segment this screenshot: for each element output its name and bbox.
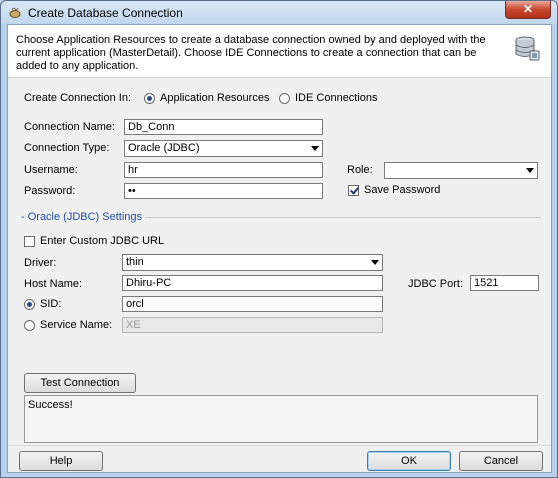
- dialog-header: Choose Application Resources to create a…: [8, 25, 551, 78]
- connection-name-label: Connection Name:: [24, 121, 116, 133]
- host-name-label: Host Name:: [24, 278, 83, 290]
- radio-application-resources[interactable]: [144, 93, 155, 104]
- ok-button[interactable]: OK: [367, 451, 451, 471]
- username-input[interactable]: hr: [124, 162, 323, 178]
- application-resources-label[interactable]: Application Resources: [160, 92, 269, 104]
- custom-jdbc-url-label[interactable]: Enter Custom JDBC URL: [40, 235, 164, 247]
- jdbc-port-input[interactable]: 1521: [470, 275, 539, 291]
- connection-type-value: Oracle (JDBC): [128, 142, 200, 154]
- sid-input[interactable]: orcl: [122, 296, 383, 312]
- service-name-input: XE: [122, 317, 383, 333]
- dialog-client: Choose Application Resources to create a…: [7, 24, 552, 473]
- host-name-input[interactable]: Dhiru-PC: [122, 275, 383, 291]
- connection-name-input[interactable]: Db_Conn: [124, 119, 323, 135]
- close-icon: ✕: [522, 2, 534, 16]
- password-input[interactable]: ••: [124, 183, 323, 199]
- radio-sid[interactable]: [24, 299, 35, 310]
- test-connection-button[interactable]: Test Connection: [24, 373, 136, 393]
- role-select[interactable]: [384, 162, 538, 179]
- create-in-label: Create Connection In:: [24, 92, 132, 104]
- radio-service-name[interactable]: [24, 320, 35, 331]
- close-button[interactable]: ✕: [505, 1, 551, 19]
- dialog-window: Create Database Connection ✕ Choose Appl…: [0, 0, 558, 478]
- radio-ide-connections[interactable]: [279, 93, 290, 104]
- service-name-label[interactable]: Service Name:: [40, 319, 112, 331]
- title-bar[interactable]: Create Database Connection ✕: [1, 1, 557, 24]
- test-result-area[interactable]: Success!: [24, 395, 538, 443]
- chevron-down-icon: [371, 260, 379, 265]
- username-label: Username:: [24, 164, 78, 176]
- sid-label[interactable]: SID:: [40, 298, 61, 310]
- save-password-checkbox[interactable]: [348, 185, 359, 196]
- password-label: Password:: [24, 185, 76, 197]
- connection-type-label: Connection Type:: [24, 142, 110, 154]
- window-title: Create Database Connection: [28, 6, 183, 20]
- chevron-down-icon: [526, 168, 534, 173]
- custom-jdbc-url-checkbox[interactable]: [24, 236, 35, 247]
- connection-type-select[interactable]: Oracle (JDBC): [124, 140, 323, 157]
- driver-label: Driver:: [24, 257, 57, 269]
- driver-value: thin: [126, 256, 144, 268]
- save-password-label[interactable]: Save Password: [364, 184, 440, 196]
- jdbc-port-label: JDBC Port:: [408, 278, 464, 290]
- footer-divider: [8, 445, 551, 446]
- chevron-down-icon: [311, 146, 319, 151]
- help-button[interactable]: Help: [19, 451, 103, 471]
- ide-connections-label[interactable]: IDE Connections: [295, 92, 378, 104]
- role-label: Role:: [347, 164, 373, 176]
- driver-select[interactable]: thin: [122, 254, 383, 271]
- database-connection-icon: [515, 36, 540, 61]
- oracle-settings-title[interactable]: - Oracle (JDBC) Settings: [18, 211, 146, 223]
- cancel-button[interactable]: Cancel: [459, 451, 543, 471]
- header-description: Choose Application Resources to create a…: [16, 34, 486, 72]
- jdeveloper-cup-icon: [9, 7, 21, 18]
